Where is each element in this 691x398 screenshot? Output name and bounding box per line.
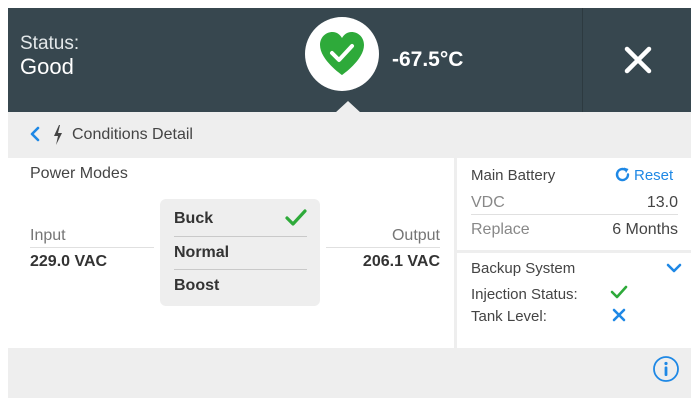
output-label: Output [391, 227, 440, 244]
refresh-icon [615, 167, 630, 182]
vdc-label: VDC [471, 194, 505, 211]
mode-option-normal[interactable]: Normal [174, 236, 307, 269]
status-label: Status: [20, 33, 80, 54]
mode-label: Normal [174, 244, 230, 261]
close-icon [624, 46, 652, 74]
input-value: 229.0 VAC [30, 253, 108, 270]
footer-bar [8, 348, 691, 398]
status-indicator [305, 17, 379, 91]
mode-label: Boost [174, 277, 220, 294]
output-value: 206.1 VAC [362, 253, 440, 270]
power-modes-title: Power Modes [30, 165, 128, 182]
mode-option-boost[interactable]: Boost [174, 269, 307, 302]
status-value: Good [20, 54, 74, 79]
reset-button[interactable]: Reset [614, 166, 673, 184]
panel-divider [454, 158, 457, 348]
main-battery-title: Main Battery [471, 167, 556, 184]
mode-label: Buck [174, 210, 214, 227]
close-button[interactable] [582, 8, 691, 112]
replace-value: 6 Months [612, 221, 678, 238]
panel-divider [457, 250, 691, 253]
backup-system-title: Backup System [471, 260, 576, 277]
replace-label: Replace [471, 221, 530, 238]
chevron-down-icon[interactable] [666, 261, 682, 279]
check-icon [610, 284, 628, 305]
reset-label: Reset [634, 167, 674, 184]
divider [326, 247, 440, 248]
heart-check-icon [320, 32, 364, 75]
temperature-readout: -67.5°C [392, 48, 464, 71]
divider [30, 247, 154, 248]
divider [471, 214, 678, 215]
x-icon [611, 307, 627, 328]
bolt-icon [52, 124, 64, 151]
injection-status-label: Injection Status: [471, 286, 578, 303]
check-icon [285, 209, 307, 226]
mode-option-buck[interactable]: Buck [174, 202, 307, 235]
tank-level-label: Tank Level: [471, 308, 547, 325]
info-icon[interactable] [652, 355, 680, 388]
input-label: Input [30, 227, 66, 244]
page-title: Conditions Detail [72, 126, 193, 143]
vdc-value: 13.0 [646, 194, 678, 211]
chevron-left-icon[interactable] [29, 126, 40, 145]
